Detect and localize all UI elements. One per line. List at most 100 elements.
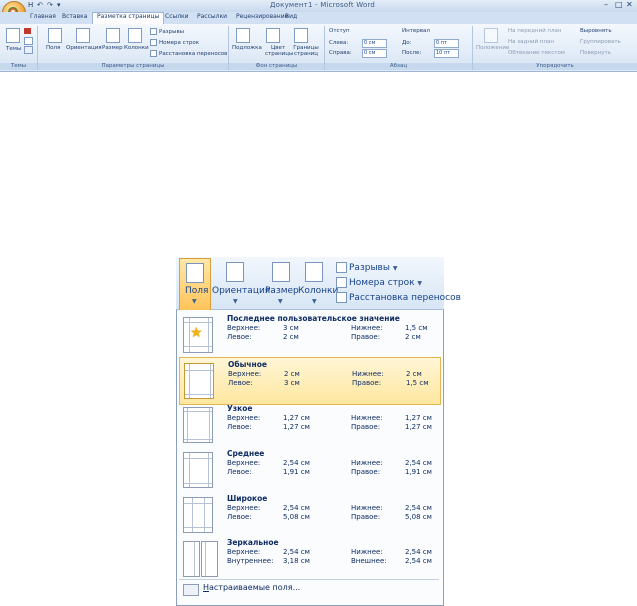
margin-value: 1,5 см — [405, 324, 428, 332]
indent-left-input[interactable]: 0 см — [362, 39, 387, 48]
group-caption-themes: Темы — [0, 63, 37, 70]
align-button[interactable]: Выровнять — [580, 28, 612, 34]
spacing-before-input[interactable]: 0 пт — [434, 39, 459, 48]
breaks-button[interactable]: Разрывы ▼ — [336, 262, 397, 273]
margins-menu: ★ Последнее пользовательское значение Верх… — [176, 310, 444, 606]
indent-header: Отступ — [329, 28, 350, 34]
margin-side-label: Правое: — [351, 333, 381, 341]
margin-value: 2 см — [406, 370, 422, 378]
spacing-header: Интервал — [402, 28, 430, 34]
margin-value: 2,54 см — [283, 504, 310, 512]
position-icon[interactable] — [484, 28, 498, 43]
minimize-button[interactable]: – — [604, 0, 608, 9]
position-button-label[interactable]: Положение — [476, 45, 509, 51]
rotate-button[interactable]: Повернуть — [580, 50, 611, 56]
tab-view[interactable]: Вид — [285, 13, 297, 20]
margins-icon[interactable] — [48, 28, 62, 43]
tab-home[interactable]: Главная — [30, 13, 56, 20]
group-caption-paragraph: Абзац — [325, 63, 472, 70]
line-numbers-button[interactable]: Номера строк — [150, 39, 199, 46]
chevron-down-icon: ▼ — [278, 298, 283, 305]
send-to-back-button[interactable]: На задний план — [508, 39, 554, 45]
margin-preset-item[interactable]: Широкое Верхнее: 2,54 см Нижнее: 2,54 см Лево… — [179, 492, 439, 538]
margin-value: 1,91 см — [405, 468, 432, 476]
indent-right-input[interactable]: 0 см — [362, 49, 387, 58]
margin-preset-item[interactable]: ★ Последнее пользовательское значение Верх… — [179, 312, 439, 358]
page-borders-icon[interactable] — [294, 28, 308, 43]
margin-preset-item[interactable]: Обычное Верхнее: 2 см Нижнее: 2 см Левое: 3 см… — [179, 357, 441, 405]
spacing-after-input[interactable]: 10 пт — [434, 49, 459, 58]
group-button[interactable]: Группировать — [580, 39, 621, 45]
hyphenation-button[interactable]: Расстановка переносов — [336, 292, 461, 303]
margin-side-label: Внешнее: — [351, 557, 387, 565]
margin-side-label: Левое: — [227, 423, 252, 431]
redo-icon[interactable]: ↷ — [47, 1, 53, 9]
theme-colors-icon[interactable] — [24, 28, 31, 34]
columns-icon[interactable] — [128, 28, 142, 43]
margin-side-label: Верхнее: — [227, 548, 261, 556]
tab-page-layout[interactable]: Разметка страницы — [92, 12, 165, 24]
orientation-button-label[interactable]: Ориентация — [66, 45, 102, 51]
maximize-button[interactable]: □ — [615, 0, 623, 9]
margins-button-label[interactable]: Поля — [46, 45, 60, 51]
tab-review[interactable]: Рецензирование — [236, 13, 288, 20]
undo-icon[interactable]: ↶ — [37, 1, 43, 9]
themes-icon[interactable] — [6, 28, 20, 43]
themes-button-label[interactable]: Темы — [6, 46, 21, 52]
line-numbers-button[interactable]: Номера строк ▼ — [336, 277, 422, 288]
orientation-icon[interactable] — [226, 262, 244, 282]
page-color-button-label[interactable]: Цвет страницы — [265, 45, 293, 57]
watermark-icon[interactable] — [236, 28, 250, 43]
menu-separator — [179, 579, 439, 580]
tab-mailings[interactable]: Рассылки — [197, 13, 227, 20]
margin-value: 2,54 см — [405, 557, 432, 565]
margin-side-label: Правое: — [351, 468, 381, 476]
chevron-down-icon: ▼ — [233, 298, 238, 305]
margin-side-label: Верхнее: — [227, 324, 261, 332]
size-button-label[interactable]: Размер — [102, 45, 123, 51]
page-borders-button-label[interactable]: Границы страниц — [293, 45, 319, 57]
margin-side-label: Нижнее: — [351, 504, 383, 512]
margin-preset-title: Узкое — [227, 404, 253, 413]
tab-references[interactable]: Ссылки — [165, 13, 189, 20]
margin-preset-item[interactable]: Узкое Верхнее: 1,27 см Нижнее: 1,27 см Левое:… — [179, 402, 439, 448]
breaks-button[interactable]: Разрывы — [150, 28, 184, 35]
theme-fonts-icon[interactable] — [24, 37, 33, 45]
close-button[interactable]: ✕ — [626, 0, 633, 9]
margin-preset-item[interactable]: Зеркальное Верхнее: 2,54 см Нижнее: 2,54 см В… — [179, 536, 439, 582]
margin-value: 1,27 см — [405, 414, 432, 422]
margin-thumbnail — [183, 407, 213, 443]
margin-value: 2,54 см — [405, 504, 432, 512]
qat-customize-icon[interactable]: ▾ — [57, 1, 61, 9]
margin-preset-title: Обычное — [228, 360, 267, 369]
save-icon[interactable]: H — [28, 1, 33, 9]
margin-value: 1,27 см — [405, 423, 432, 431]
hyphenation-icon — [336, 292, 347, 303]
bring-to-front-button[interactable]: На передний план — [508, 28, 561, 34]
margins-button[interactable]: Поля ▼ — [179, 258, 211, 311]
hyphenation-button[interactable]: Расстановка переносов — [150, 50, 227, 57]
margin-value: 1,27 см — [283, 414, 310, 422]
margin-value: 3 см — [284, 379, 300, 387]
size-icon[interactable] — [106, 28, 120, 43]
theme-effects-icon[interactable] — [24, 46, 33, 54]
size-icon[interactable] — [272, 262, 290, 282]
group-caption-arrange: Упорядочить — [473, 63, 637, 70]
margin-value: 2,54 см — [405, 459, 432, 467]
size-button[interactable]: Размер — [265, 286, 299, 296]
margin-value: 2 см — [284, 370, 300, 378]
custom-margins-menu-item[interactable]: Настраиваемые поля... — [203, 583, 300, 592]
margin-side-label: Нижнее: — [351, 414, 383, 422]
page-color-icon[interactable] — [266, 28, 280, 43]
columns-icon[interactable] — [305, 262, 323, 282]
indent-left-label: Слева: — [329, 40, 349, 46]
columns-button-label[interactable]: Колонки — [124, 45, 149, 51]
text-wrapping-button[interactable]: Обтекание текстом — [508, 50, 565, 56]
margin-side-label: Нижнее: — [351, 459, 383, 467]
orientation-button[interactable]: Ориентация — [212, 286, 270, 296]
watermark-button-label[interactable]: Подложка — [232, 45, 262, 51]
orientation-icon[interactable] — [76, 28, 90, 43]
margin-preset-item[interactable]: Среднее Верхнее: 2,54 см Нижнее: 2,54 см Лево… — [179, 447, 439, 493]
tab-insert[interactable]: Вставка — [62, 13, 87, 20]
columns-button[interactable]: Колонки — [298, 286, 338, 296]
